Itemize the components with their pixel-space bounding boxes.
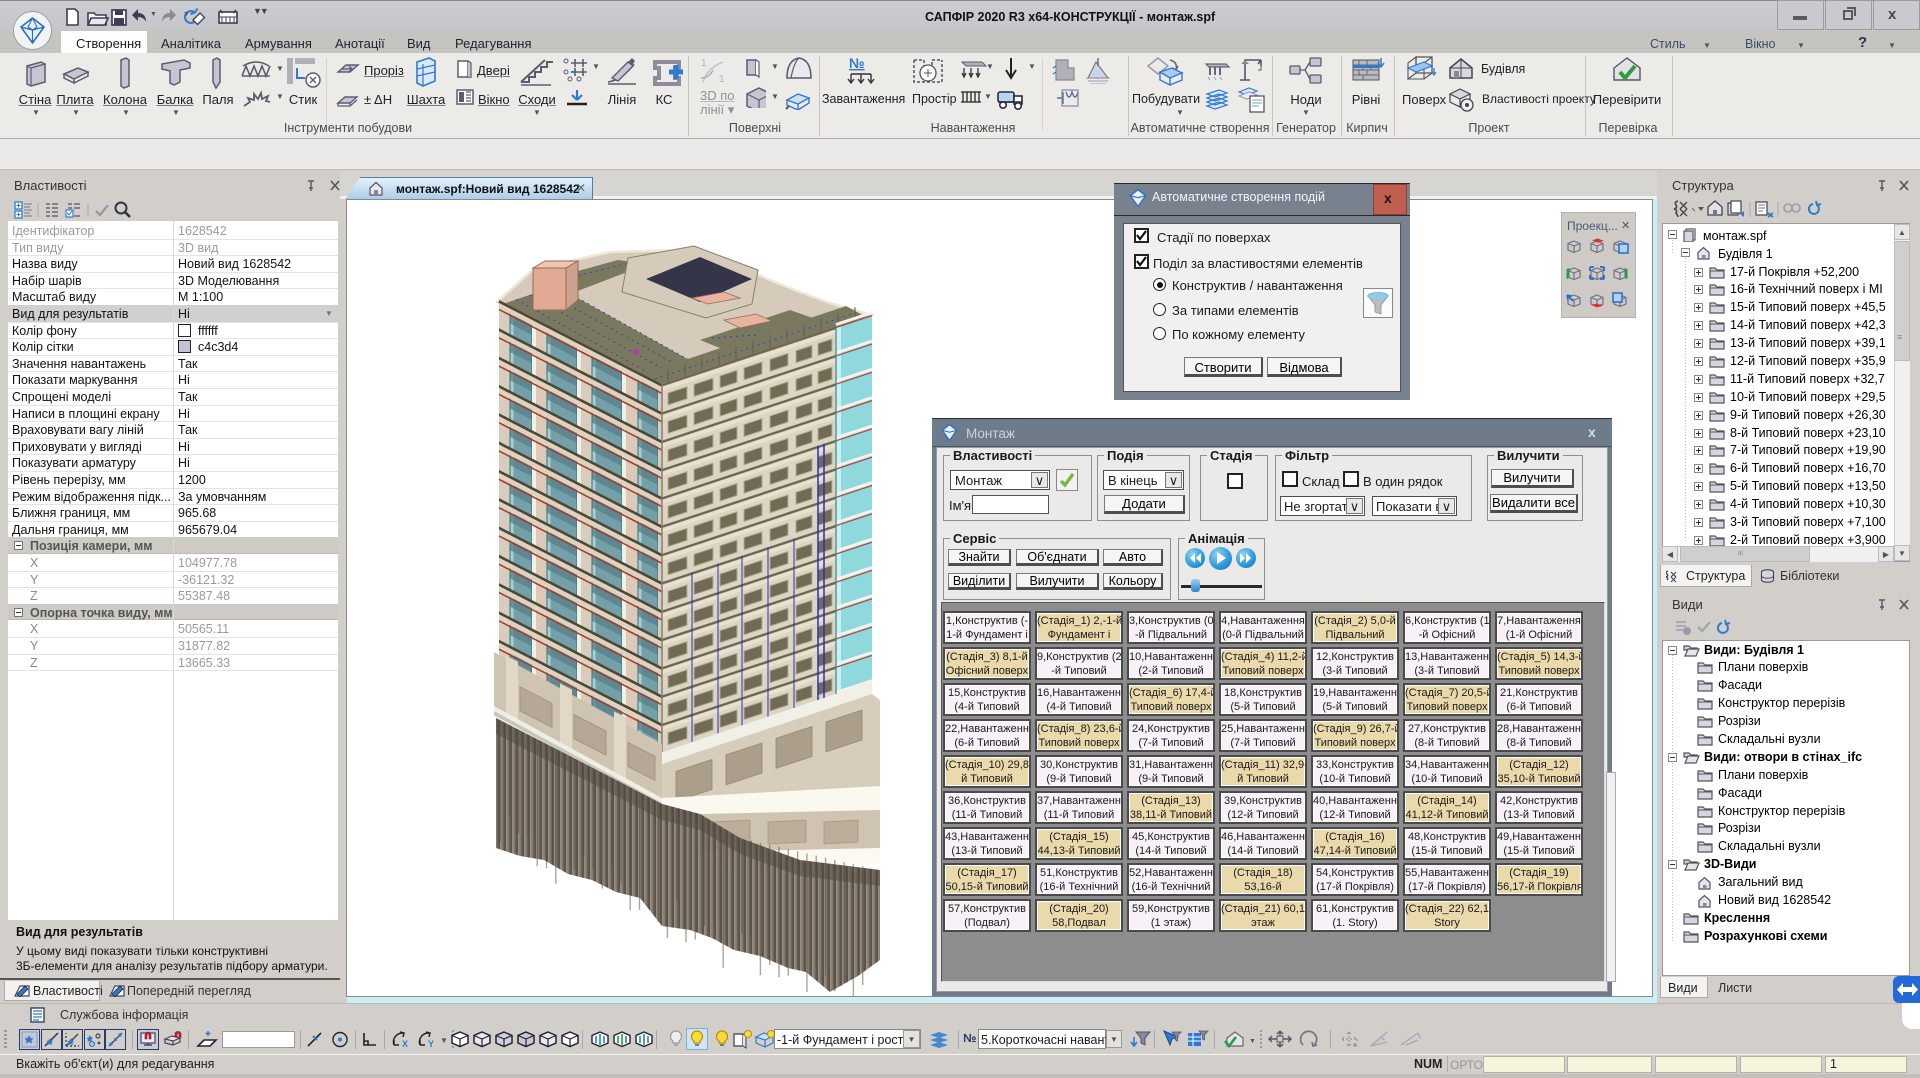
- svg-text:1: 1: [719, 74, 725, 85]
- svg-text:1: 1: [701, 58, 707, 69]
- svg-text:Y: Y: [428, 1039, 434, 1049]
- svg-text:№: №: [849, 56, 865, 71]
- svg-text:X: X: [402, 1039, 408, 1049]
